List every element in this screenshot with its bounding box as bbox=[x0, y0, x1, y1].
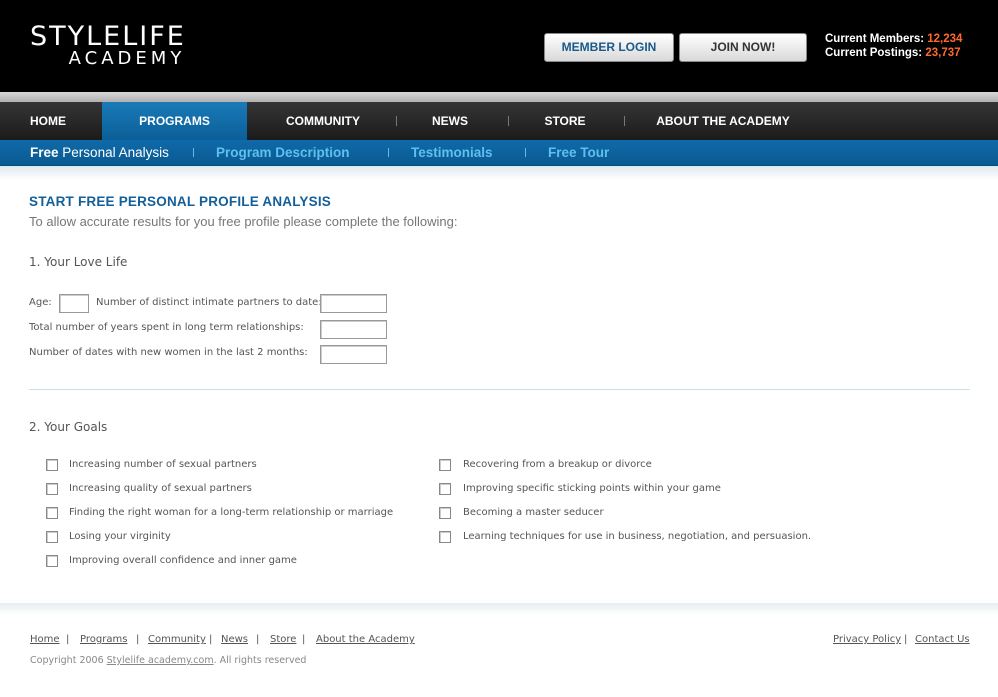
goal-label: Recovering from a breakup or divorce bbox=[463, 459, 652, 470]
nav-store[interactable]: STORE bbox=[535, 102, 595, 140]
section-divider bbox=[29, 389, 970, 390]
subnav-program-description[interactable]: Program Description bbox=[216, 140, 350, 165]
footer-separator: | bbox=[302, 634, 306, 645]
goal-label: Increasing number of sexual partners bbox=[69, 459, 257, 470]
nav-news[interactable]: NEWS bbox=[420, 102, 480, 140]
member-login-button[interactable]: MEMBER LOGIN bbox=[544, 33, 674, 62]
nav-community[interactable]: COMMUNITY bbox=[278, 102, 368, 140]
goal-checkbox[interactable] bbox=[439, 507, 451, 519]
footer-link-programs[interactable]: Programs bbox=[80, 634, 127, 645]
goal-label: Losing your virginity bbox=[69, 531, 171, 542]
copyright-site-link[interactable]: Stylelife academy.com bbox=[107, 655, 214, 666]
subnav-separator bbox=[193, 148, 194, 157]
goal-checkbox[interactable] bbox=[439, 459, 451, 471]
goal-label: Finding the right woman for a long-term … bbox=[69, 507, 394, 518]
goal-label: Improving specific sticking points withi… bbox=[463, 483, 721, 494]
section-love-life-heading: 1. Your Love Life bbox=[29, 255, 128, 269]
goal-checkbox[interactable] bbox=[46, 483, 58, 495]
subnav-free-label: Free bbox=[30, 145, 59, 160]
subnav-separator bbox=[388, 148, 389, 157]
footer-link-contact[interactable]: Contact Us bbox=[915, 634, 970, 645]
goal-label: Increasing quality of sexual partners bbox=[69, 483, 252, 494]
footer-link-home[interactable]: Home bbox=[30, 634, 60, 645]
dates-input[interactable] bbox=[320, 345, 387, 364]
goal-checkbox[interactable] bbox=[46, 459, 58, 471]
footer-separator: | bbox=[66, 634, 70, 645]
page-intro: To allow accurate results for you free p… bbox=[29, 214, 458, 229]
years-input[interactable] bbox=[320, 320, 387, 339]
members-stat: Current Members: 12,234 bbox=[825, 32, 962, 46]
footer-link-store[interactable]: Store bbox=[270, 634, 296, 645]
goal-checkbox[interactable] bbox=[439, 483, 451, 495]
footer-link-privacy[interactable]: Privacy Policy bbox=[833, 634, 901, 645]
members-count: 12,234 bbox=[927, 33, 963, 45]
goal-checkbox[interactable] bbox=[46, 555, 58, 567]
nav-about[interactable]: ABOUT THE ACADEMY bbox=[652, 102, 794, 140]
footer-shadow bbox=[0, 603, 998, 615]
postings-stat: Current Postings: 23,737 bbox=[825, 46, 962, 60]
logo-line2: ACADEMY bbox=[68, 48, 186, 69]
section-goals-heading: 2. Your Goals bbox=[29, 420, 108, 434]
goal-label: Becoming a master seducer bbox=[463, 507, 604, 518]
subnav-free-personal-analysis[interactable]: Free Personal Analysis bbox=[30, 140, 169, 165]
logo-line1: STYLELIFE bbox=[30, 21, 186, 52]
footer-link-about[interactable]: About the Academy bbox=[316, 634, 415, 645]
nav-programs[interactable]: PROGRAMS bbox=[102, 102, 247, 140]
subnav-free-tour[interactable]: Free Tour bbox=[548, 140, 609, 165]
footer-separator: | bbox=[256, 634, 260, 645]
postings-count: 23,737 bbox=[925, 47, 961, 59]
footer-separator: | bbox=[209, 634, 213, 645]
subnav-separator bbox=[525, 148, 526, 157]
join-now-button[interactable]: JOIN NOW! bbox=[679, 33, 807, 62]
header-divider bbox=[0, 92, 998, 102]
main-nav: HOME PROGRAMS COMMUNITY NEWS STORE ABOUT… bbox=[0, 102, 998, 140]
copyright: Copyright 2006 Stylelife academy.com. Al… bbox=[30, 655, 306, 666]
goal-checkbox[interactable] bbox=[46, 531, 58, 543]
footer-separator: | bbox=[136, 634, 140, 645]
nav-separator bbox=[396, 116, 397, 126]
age-label: Age: bbox=[29, 297, 52, 308]
years-label: Total number of years spent in long term… bbox=[29, 322, 304, 333]
postings-label: Current Postings: bbox=[825, 47, 923, 59]
age-input[interactable] bbox=[59, 294, 89, 313]
partners-input[interactable] bbox=[320, 294, 387, 313]
footer-link-community[interactable]: Community bbox=[148, 634, 206, 645]
dates-label: Number of dates with new women in the la… bbox=[29, 347, 308, 358]
copyright-suffix: . All rights reserved bbox=[213, 655, 307, 666]
page-title: START FREE PERSONAL PROFILE ANALYSIS bbox=[29, 194, 331, 209]
sub-nav: Free Personal Analysis Program Descripti… bbox=[0, 140, 998, 166]
goal-checkbox[interactable] bbox=[46, 507, 58, 519]
nav-separator bbox=[508, 116, 509, 126]
subnav-shadow bbox=[0, 166, 998, 180]
subnav-personal-analysis-label: Personal Analysis bbox=[62, 145, 169, 160]
copyright-prefix: Copyright 2006 bbox=[30, 655, 104, 666]
nav-home[interactable]: HOME bbox=[18, 102, 78, 140]
goal-checkbox[interactable] bbox=[439, 531, 451, 543]
footer-link-news[interactable]: News bbox=[221, 634, 248, 645]
nav-separator bbox=[624, 116, 625, 126]
partners-label: Number of distinct intimate partners to … bbox=[96, 297, 322, 308]
site-stats: Current Members: 12,234 Current Postings… bbox=[825, 32, 962, 60]
site-header: STYLELIFE ACADEMY MEMBER LOGIN JOIN NOW!… bbox=[0, 0, 998, 92]
footer-separator: | bbox=[904, 634, 908, 645]
goal-label: Learning techniques for use in business,… bbox=[463, 531, 812, 542]
members-label: Current Members: bbox=[825, 33, 925, 45]
subnav-testimonials[interactable]: Testimonials bbox=[411, 140, 493, 165]
site-logo[interactable]: STYLELIFE ACADEMY bbox=[30, 21, 224, 69]
goal-label: Improving overall confidence and inner g… bbox=[69, 555, 297, 566]
